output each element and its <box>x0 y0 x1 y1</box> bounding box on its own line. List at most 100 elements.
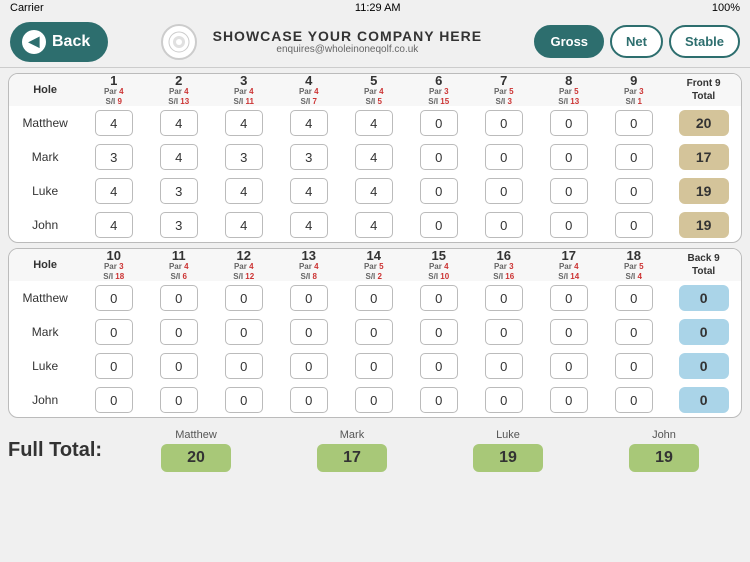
score-cell-john-12[interactable]: 0 <box>211 383 276 417</box>
score-cell-john-8[interactable]: 0 <box>536 208 601 242</box>
score-input-luke-5[interactable]: 4 <box>355 178 393 204</box>
score-cell-luke-1[interactable]: 4 <box>81 174 146 208</box>
score-input-mark-12[interactable]: 0 <box>225 319 263 345</box>
score-cell-matthew-17[interactable]: 0 <box>536 281 601 315</box>
score-cell-john-1[interactable]: 4 <box>81 208 146 242</box>
score-cell-mark-6[interactable]: 0 <box>406 140 471 174</box>
gross-button[interactable]: Gross <box>534 25 604 58</box>
score-cell-luke-17[interactable]: 0 <box>536 349 601 383</box>
score-cell-john-18[interactable]: 0 <box>601 383 666 417</box>
score-input-mark-14[interactable]: 0 <box>355 319 393 345</box>
score-input-luke-13[interactable]: 0 <box>290 353 328 379</box>
score-input-matthew-16[interactable]: 0 <box>485 285 523 311</box>
score-cell-mark-15[interactable]: 0 <box>406 315 471 349</box>
score-input-matthew-14[interactable]: 0 <box>355 285 393 311</box>
score-cell-luke-6[interactable]: 0 <box>406 174 471 208</box>
score-cell-luke-14[interactable]: 0 <box>341 349 406 383</box>
score-cell-luke-3[interactable]: 4 <box>211 174 276 208</box>
score-cell-matthew-18[interactable]: 0 <box>601 281 666 315</box>
score-cell-matthew-12[interactable]: 0 <box>211 281 276 315</box>
score-cell-mark-13[interactable]: 0 <box>276 315 341 349</box>
score-input-luke-9[interactable]: 0 <box>615 178 653 204</box>
score-cell-luke-4[interactable]: 4 <box>276 174 341 208</box>
score-cell-john-5[interactable]: 4 <box>341 208 406 242</box>
score-cell-mark-9[interactable]: 0 <box>601 140 666 174</box>
score-cell-mark-4[interactable]: 3 <box>276 140 341 174</box>
score-input-mark-8[interactable]: 0 <box>550 144 588 170</box>
stable-button[interactable]: Stable <box>669 25 740 58</box>
score-cell-john-15[interactable]: 0 <box>406 383 471 417</box>
score-cell-luke-11[interactable]: 0 <box>146 349 211 383</box>
score-cell-matthew-4[interactable]: 4 <box>276 106 341 140</box>
score-input-john-7[interactable]: 0 <box>485 212 523 238</box>
score-input-luke-11[interactable]: 0 <box>160 353 198 379</box>
score-input-mark-16[interactable]: 0 <box>485 319 523 345</box>
score-input-john-10[interactable]: 0 <box>95 387 133 413</box>
score-cell-matthew-8[interactable]: 0 <box>536 106 601 140</box>
score-input-mark-4[interactable]: 3 <box>290 144 328 170</box>
score-input-matthew-9[interactable]: 0 <box>615 110 653 136</box>
score-cell-matthew-11[interactable]: 0 <box>146 281 211 315</box>
score-input-matthew-5[interactable]: 4 <box>355 110 393 136</box>
score-input-mark-3[interactable]: 3 <box>225 144 263 170</box>
score-input-john-4[interactable]: 4 <box>290 212 328 238</box>
score-input-matthew-11[interactable]: 0 <box>160 285 198 311</box>
score-input-luke-2[interactable]: 3 <box>160 178 198 204</box>
score-input-john-9[interactable]: 0 <box>615 212 653 238</box>
score-input-mark-17[interactable]: 0 <box>550 319 588 345</box>
score-cell-john-14[interactable]: 0 <box>341 383 406 417</box>
score-cell-john-6[interactable]: 0 <box>406 208 471 242</box>
score-input-mark-9[interactable]: 0 <box>615 144 653 170</box>
score-input-luke-6[interactable]: 0 <box>420 178 458 204</box>
score-input-john-1[interactable]: 4 <box>95 212 133 238</box>
score-input-john-5[interactable]: 4 <box>355 212 393 238</box>
score-input-luke-8[interactable]: 0 <box>550 178 588 204</box>
score-input-luke-7[interactable]: 0 <box>485 178 523 204</box>
score-input-luke-17[interactable]: 0 <box>550 353 588 379</box>
score-cell-luke-9[interactable]: 0 <box>601 174 666 208</box>
score-input-mark-18[interactable]: 0 <box>615 319 653 345</box>
score-input-john-2[interactable]: 3 <box>160 212 198 238</box>
score-input-mark-7[interactable]: 0 <box>485 144 523 170</box>
score-cell-john-10[interactable]: 0 <box>81 383 146 417</box>
score-cell-matthew-6[interactable]: 0 <box>406 106 471 140</box>
score-input-mark-15[interactable]: 0 <box>420 319 458 345</box>
score-cell-mark-7[interactable]: 0 <box>471 140 536 174</box>
net-button[interactable]: Net <box>610 25 663 58</box>
score-cell-luke-12[interactable]: 0 <box>211 349 276 383</box>
score-input-matthew-15[interactable]: 0 <box>420 285 458 311</box>
score-input-matthew-6[interactable]: 0 <box>420 110 458 136</box>
score-input-mark-1[interactable]: 3 <box>95 144 133 170</box>
score-cell-luke-10[interactable]: 0 <box>81 349 146 383</box>
score-input-john-13[interactable]: 0 <box>290 387 328 413</box>
score-cell-mark-17[interactable]: 0 <box>536 315 601 349</box>
score-input-john-11[interactable]: 0 <box>160 387 198 413</box>
score-cell-matthew-5[interactable]: 4 <box>341 106 406 140</box>
score-input-mark-2[interactable]: 4 <box>160 144 198 170</box>
score-cell-john-4[interactable]: 4 <box>276 208 341 242</box>
score-input-luke-1[interactable]: 4 <box>95 178 133 204</box>
score-cell-mark-12[interactable]: 0 <box>211 315 276 349</box>
score-cell-matthew-14[interactable]: 0 <box>341 281 406 315</box>
score-input-matthew-18[interactable]: 0 <box>615 285 653 311</box>
score-input-matthew-10[interactable]: 0 <box>95 285 133 311</box>
score-cell-mark-2[interactable]: 4 <box>146 140 211 174</box>
score-cell-mark-16[interactable]: 0 <box>471 315 536 349</box>
score-cell-mark-8[interactable]: 0 <box>536 140 601 174</box>
score-input-john-15[interactable]: 0 <box>420 387 458 413</box>
score-cell-john-2[interactable]: 3 <box>146 208 211 242</box>
score-input-john-18[interactable]: 0 <box>615 387 653 413</box>
score-cell-matthew-7[interactable]: 0 <box>471 106 536 140</box>
score-cell-mark-3[interactable]: 3 <box>211 140 276 174</box>
score-cell-luke-15[interactable]: 0 <box>406 349 471 383</box>
score-input-john-8[interactable]: 0 <box>550 212 588 238</box>
score-cell-mark-18[interactable]: 0 <box>601 315 666 349</box>
score-cell-luke-18[interactable]: 0 <box>601 349 666 383</box>
score-cell-john-16[interactable]: 0 <box>471 383 536 417</box>
score-input-john-3[interactable]: 4 <box>225 212 263 238</box>
score-cell-mark-14[interactable]: 0 <box>341 315 406 349</box>
score-cell-mark-11[interactable]: 0 <box>146 315 211 349</box>
score-cell-luke-2[interactable]: 3 <box>146 174 211 208</box>
score-input-luke-15[interactable]: 0 <box>420 353 458 379</box>
score-input-john-6[interactable]: 0 <box>420 212 458 238</box>
